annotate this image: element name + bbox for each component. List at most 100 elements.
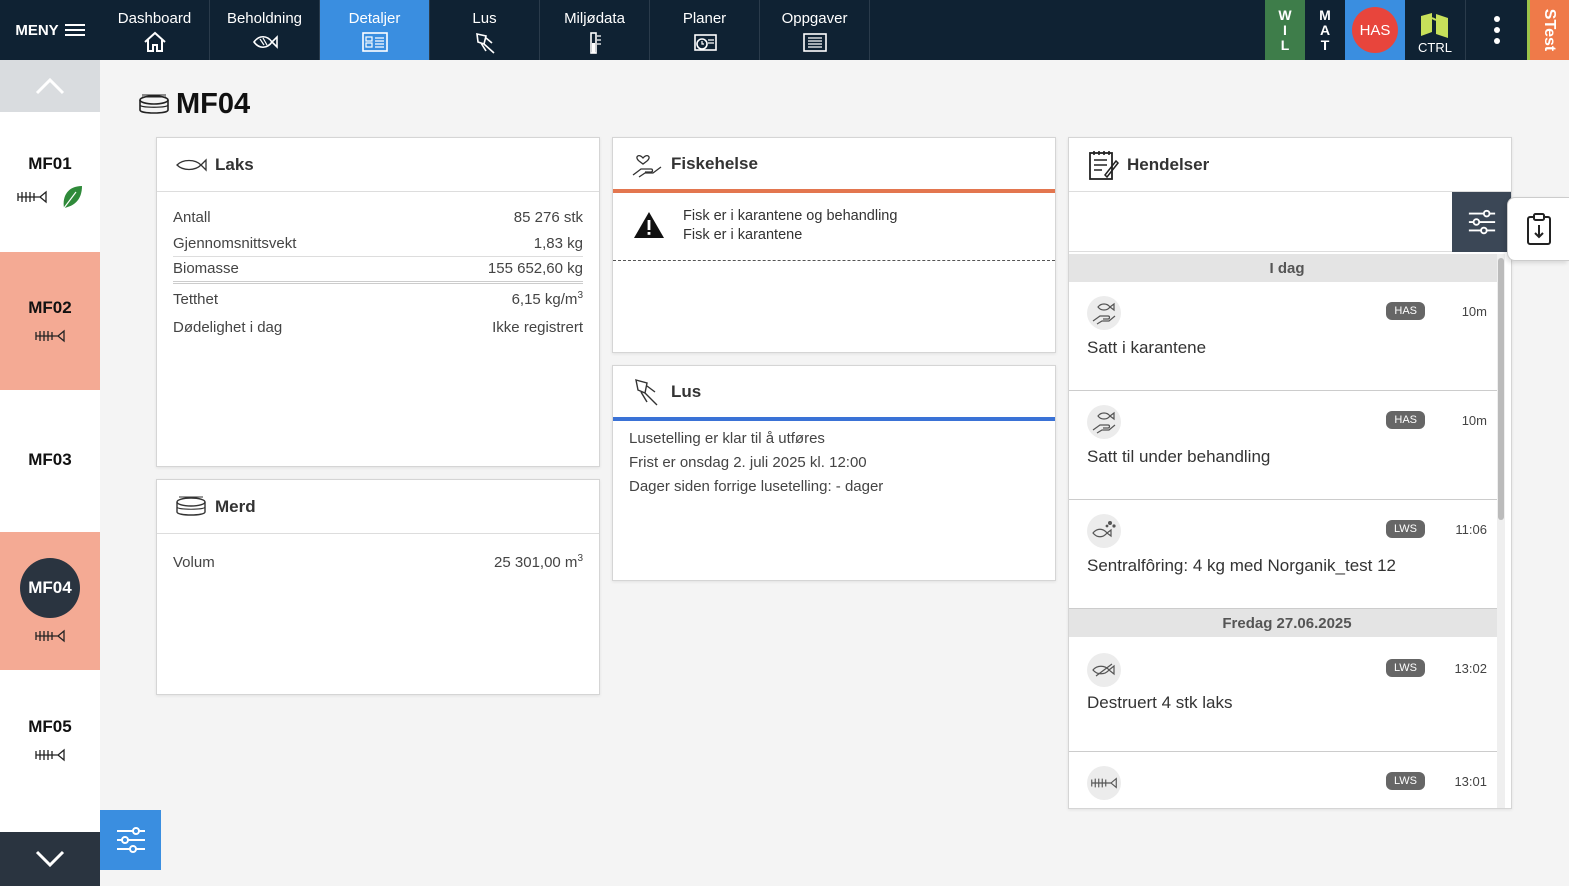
home-icon (143, 31, 166, 52)
scroll-down-button[interactable] (0, 832, 100, 886)
user-button[interactable]: HAS (1345, 0, 1405, 60)
row-value: Ikke registrert (492, 319, 583, 337)
laks-row-dodelighet: Dødelighet i dag Ikke registrert (173, 315, 583, 342)
tab-oppgaver[interactable]: Oppgaver (760, 0, 870, 60)
tab-beholdning[interactable]: Beholdning (210, 0, 320, 60)
row-value: 1,83 kg (533, 234, 583, 252)
row-label: Volum (173, 553, 215, 571)
laks-row-biomasse: Biomasse 155 652,60 kg (173, 257, 583, 284)
tasks-icon (802, 33, 827, 52)
cage-icon (176, 496, 206, 516)
sidebar-item-mf04[interactable]: MF04 (0, 532, 100, 670)
page-title-text: MF04 (176, 88, 251, 120)
mat-letter: T (1320, 36, 1330, 53)
hendelser-filter-button[interactable] (1452, 192, 1511, 252)
event-item[interactable]: LWS 13:02 Destruert 4 stk laks (1069, 637, 1505, 752)
alert-line: Fisk er i karantene og behandling (683, 208, 898, 224)
environment-tab[interactable]: STest (1527, 0, 1569, 60)
tab-planer[interactable]: Planer (650, 0, 760, 60)
fish-skeleton-icon (17, 190, 47, 204)
more-options-icon[interactable] (1465, 0, 1527, 60)
sidebar-item-mf02[interactable]: MF02 (0, 252, 100, 390)
row-label: Gjennomsnittsvekt (173, 234, 297, 252)
sidebar-item-mf03[interactable]: MF03 (0, 390, 100, 530)
sidebar-item-mf05[interactable]: MF05 (0, 670, 100, 810)
tab-lus[interactable]: Lus (430, 0, 540, 60)
chevron-down-icon (35, 850, 65, 868)
lus-line: Lusetelling er klar til å utføres (629, 430, 825, 447)
user-avatar: HAS (1352, 7, 1398, 53)
fish-icon (252, 35, 278, 49)
top-right-controls: W I L M A T HAS CTRL STest (1265, 0, 1569, 60)
tab-label: Lus (472, 10, 497, 27)
fish-destroy-icon (1087, 653, 1121, 687)
cage-icon (139, 94, 169, 114)
merd-card-header: Merd (157, 480, 599, 534)
cage-sidebar: MF01 MF02 MF03 MF04 MF05 (0, 60, 100, 886)
mat-letter: M (1319, 6, 1331, 23)
sliders-icon (1468, 209, 1495, 235)
row-value: 155 652,60 kg (487, 260, 583, 278)
event-text: Satt i karantene (1087, 338, 1207, 357)
laks-row-gjennomsnittsvekt: Gjennomsnittsvekt 1,83 kg (173, 231, 583, 257)
scroll-up-button[interactable] (0, 60, 100, 112)
tab-detaljer[interactable]: Detaljer (320, 0, 430, 60)
hendelser-card-header: Hendelser (1069, 138, 1511, 192)
fish-skeleton-icon (35, 329, 65, 343)
laks-card-header: Laks (157, 138, 599, 192)
tab-label: Miljødata (564, 10, 625, 27)
wil-letter: L (1280, 36, 1290, 53)
menu-button[interactable]: MENY (0, 0, 100, 60)
cage-label: MF02 (28, 298, 72, 317)
louse-icon (475, 32, 495, 54)
event-date-header: I dag (1069, 254, 1505, 282)
event-list[interactable]: I dag HAS 10m Satt i karantene HAS 10m S… (1069, 254, 1505, 808)
hendelser-card: Hendelser I dag HAS 10m Satt i karantene… (1068, 137, 1512, 809)
laks-row-antall: Antall 85 276 stk (173, 204, 583, 231)
cage-label: MF03 (28, 450, 72, 469)
event-item[interactable]: LWS 11:06 Sentralfôring: 4 kg med Norgan… (1069, 500, 1505, 609)
event-item[interactable]: HAS 10m Satt til under behandling (1069, 391, 1505, 500)
chevron-up-icon (35, 77, 65, 95)
sidebar-item-mf01[interactable]: MF01 (0, 112, 100, 252)
ctrl-icon (1421, 13, 1448, 38)
event-user-badge: LWS (1385, 520, 1425, 538)
wil-button[interactable]: W I L (1265, 0, 1305, 60)
alert-lines: Fisk er i karantene og behandling Fisk e… (683, 207, 897, 245)
louse-icon (635, 378, 658, 405)
clipboard-tab[interactable] (1507, 197, 1569, 261)
row-value: 85 276 stk (513, 208, 583, 226)
event-user-badge: HAS (1386, 411, 1425, 429)
event-item[interactable]: HAS 10m Satt i karantene (1069, 282, 1505, 391)
fiskehelse-card: Fiskehelse Fisk er i karantene og behand… (612, 137, 1056, 353)
alert-line: Fisk er i karantene (683, 227, 803, 243)
leaf-icon (63, 186, 82, 209)
cage-label: MF04 (20, 558, 80, 618)
event-item[interactable]: LWS 13:01 (1069, 752, 1505, 808)
event-list-scrollbar[interactable] (1497, 254, 1505, 808)
event-text: Sentralfôring: 4 kg med Norganik_test 12 (1087, 556, 1397, 575)
ctrl-button[interactable]: CTRL (1405, 0, 1465, 60)
event-text: Satt til under behandling (1087, 447, 1271, 466)
main-nav: Dashboard Beholdning Detaljer Lus Miljød… (100, 0, 870, 60)
lus-details: Lusetelling er klar til å utføres Frist … (613, 421, 1055, 505)
quarantine-icon (1087, 296, 1121, 330)
event-text: Destruert 4 stk laks (1087, 693, 1233, 712)
fish-skeleton-icon (35, 748, 65, 762)
page-title: MF04 (138, 88, 250, 121)
tab-miljodata[interactable]: Miljødata (540, 0, 650, 60)
sidebar-filter-button[interactable] (100, 810, 161, 870)
mat-button[interactable]: M A T (1305, 0, 1345, 60)
event-time: 13:02 (1454, 661, 1487, 676)
tab-label: Detaljer (348, 10, 401, 27)
fish-health-icon (632, 154, 662, 178)
fiskehelse-alert: Fisk er i karantene og behandling Fisk e… (613, 193, 1055, 261)
environment-label: STest (1541, 8, 1559, 52)
row-label: Antall (173, 208, 211, 226)
mat-letter: A (1319, 21, 1331, 38)
tab-dashboard[interactable]: Dashboard (100, 0, 210, 60)
laks-title: Laks (215, 154, 254, 174)
laks-card: Laks Antall 85 276 stk Gjennomsnittsvekt… (156, 137, 600, 467)
lus-line: Dager siden forrige lusetelling: - dager (629, 478, 884, 495)
event-user-badge: LWS (1385, 772, 1425, 790)
